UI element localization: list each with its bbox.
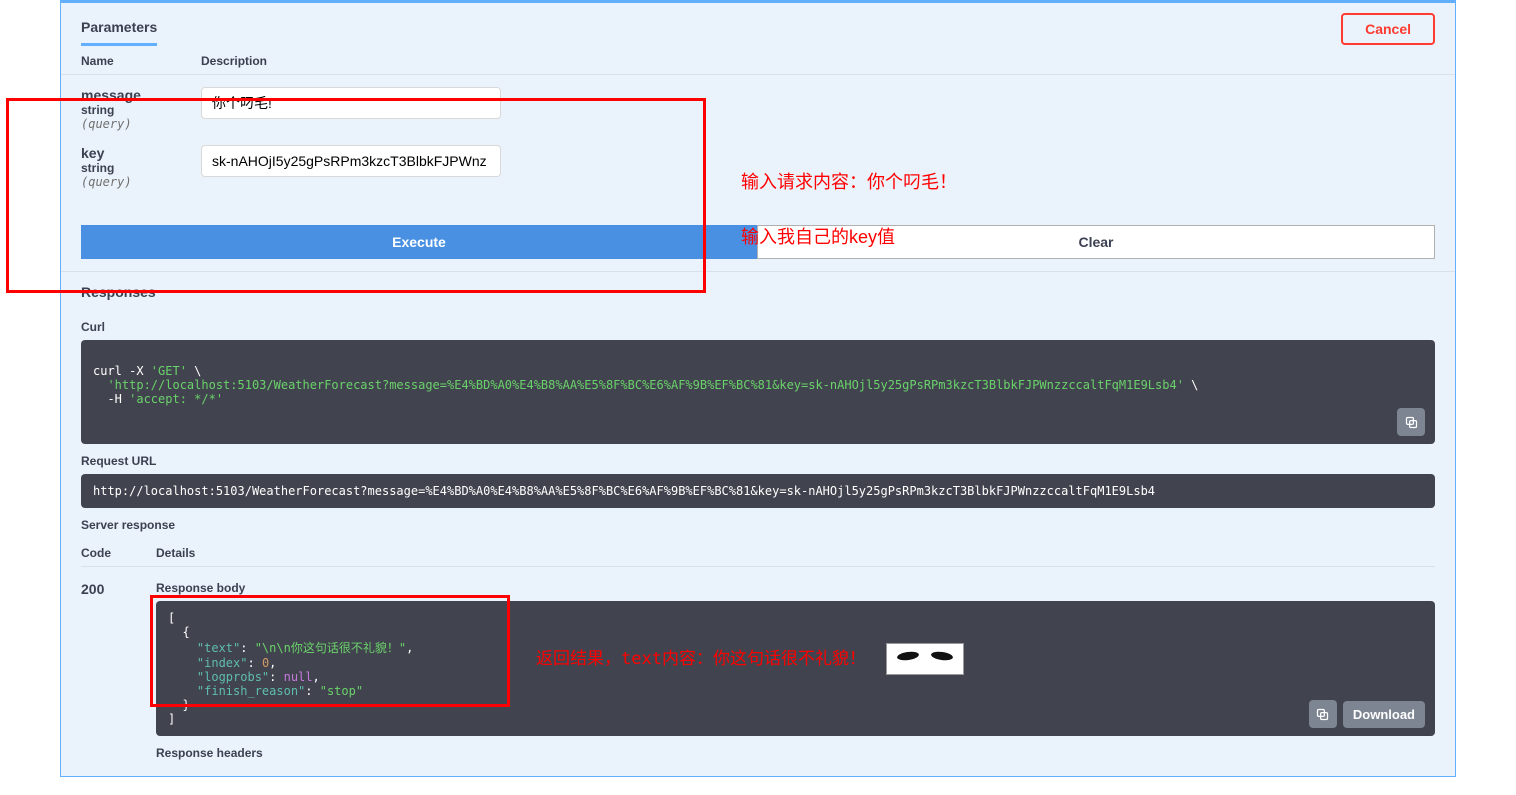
- curl-text: curl -X: [93, 364, 151, 378]
- curl-text: 'accept: */*': [129, 392, 223, 406]
- json-text: ]: [168, 712, 175, 726]
- annotation-text-3: 返回结果，text内容：你这句话很不礼貌！: [536, 643, 964, 675]
- curl-text: -H: [93, 392, 129, 406]
- response-headers-label: Response headers: [156, 746, 1435, 760]
- code-col-header: Code: [81, 546, 156, 560]
- curl-text: \: [187, 364, 201, 378]
- annotation-box-response: [150, 595, 510, 707]
- col-name-header: Name: [81, 54, 201, 68]
- annotation-text-2: 输入我自己的key值: [741, 223, 895, 249]
- face-image: [886, 643, 964, 675]
- request-url-block: http://localhost:5103/WeatherForecast?me…: [81, 474, 1435, 508]
- annotation-text-3-content: 返回结果，text内容：你这句话很不礼貌！: [536, 649, 866, 669]
- curl-text: 'GET': [151, 364, 187, 378]
- annotation-text-1: 输入请求内容：你个叼毛！: [741, 168, 957, 194]
- download-button[interactable]: Download: [1343, 701, 1425, 728]
- details-col-header: Details: [156, 546, 195, 560]
- status-code: 200: [81, 581, 104, 597]
- copy-icon[interactable]: [1309, 700, 1337, 728]
- col-desc-header: Description: [201, 54, 1435, 68]
- annotation-box-params: [6, 98, 706, 293]
- server-response-label: Server response: [81, 518, 1435, 532]
- request-url-text: http://localhost:5103/WeatherForecast?me…: [93, 484, 1155, 498]
- curl-text: \: [1184, 378, 1198, 392]
- curl-text: 'http://localhost:5103/WeatherForecast?m…: [93, 378, 1184, 392]
- copy-icon[interactable]: [1397, 408, 1425, 436]
- parameters-tab[interactable]: Parameters: [81, 11, 157, 46]
- curl-label: Curl: [81, 320, 1435, 334]
- param-table-header: Name Description: [61, 54, 1455, 75]
- response-body-label: Response body: [156, 581, 1435, 595]
- response-body-block: [ { "text": "\n\n你这句话很不礼貌！", "index": 0,…: [156, 601, 1435, 736]
- request-url-label: Request URL: [81, 454, 1435, 468]
- curl-block: curl -X 'GET' \ 'http://localhost:5103/W…: [81, 340, 1435, 444]
- parameters-header: Parameters Cancel: [61, 3, 1455, 54]
- cancel-button[interactable]: Cancel: [1341, 13, 1435, 45]
